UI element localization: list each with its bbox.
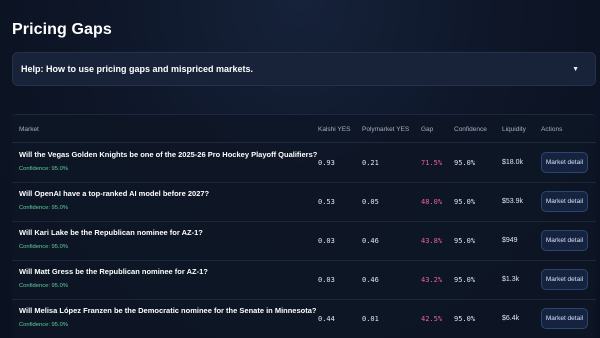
polymarket-yes-price: 0.01 <box>362 315 379 323</box>
market-question: Will Kari Lake be the Republican nominee… <box>19 228 203 237</box>
confidence-value: 95.0% <box>454 198 476 206</box>
confidence-subtext: Confidence: 95.0% <box>19 205 68 211</box>
help-label: Help: How to use pricing gaps and mispri… <box>21 64 254 74</box>
header-market: Market <box>19 126 39 133</box>
liquidity-value: $6.4k <box>502 315 520 322</box>
gap-value: 43.8% <box>421 237 443 245</box>
gap-value: 71.5% <box>421 159 443 167</box>
header-gap: Gap <box>421 126 434 133</box>
table-row: Will Matt Gress be the Republican nomine… <box>12 261 596 300</box>
caret-down-icon: ▼ <box>572 65 579 73</box>
page-title: Pricing Gaps <box>12 21 112 38</box>
table-row: Will Kari Lake be the Republican nominee… <box>12 222 596 261</box>
polymarket-yes-price: 0.46 <box>362 237 379 245</box>
table-row: Will the Vegas Golden Knights be one of … <box>12 144 596 183</box>
confidence-value: 95.0% <box>454 276 476 284</box>
liquidity-value: $18.0k <box>502 159 524 166</box>
confidence-subtext: Confidence: 95.0% <box>19 283 68 289</box>
confidence-subtext: Confidence: 95.0% <box>19 322 68 328</box>
market-detail-button[interactable]: Market detail <box>541 230 588 251</box>
confidence-subtext: Confidence: 95.0% <box>19 244 68 250</box>
header-polymarket-yes: Polymarket YES <box>362 126 410 133</box>
kalshi-yes-price: 0.03 <box>318 276 335 284</box>
confidence-value: 95.0% <box>454 159 476 167</box>
header-confidence: Confidence <box>454 126 487 133</box>
header-actions: Actions <box>541 126 563 133</box>
polymarket-yes-price: 0.05 <box>362 198 379 206</box>
confidence-value: 95.0% <box>454 315 476 323</box>
kalshi-yes-price: 0.53 <box>318 198 335 206</box>
market-question: Will Matt Gress be the Republican nomine… <box>19 267 208 276</box>
market-question: Will OpenAI have a top-ranked AI model b… <box>19 189 210 198</box>
market-question: Will Melisa López Franzen be the Democra… <box>19 306 317 315</box>
market-detail-button[interactable]: Market detail <box>541 308 588 329</box>
kalshi-yes-price: 0.03 <box>318 237 335 245</box>
polymarket-yes-price: 0.21 <box>362 159 379 167</box>
liquidity-value: $1.3k <box>502 276 520 283</box>
liquidity-value: $949 <box>502 237 518 244</box>
market-question: Will the Vegas Golden Knights be one of … <box>19 150 318 159</box>
confidence-value: 95.0% <box>454 237 476 245</box>
kalshi-yes-price: 0.44 <box>318 315 335 323</box>
gap-value: 42.5% <box>421 315 443 323</box>
header-kalshi-yes: Kalshi YES <box>318 126 351 133</box>
kalshi-yes-price: 0.93 <box>318 159 335 167</box>
pricing-gaps-table: Market Kalshi YES Polymarket YES Gap Con… <box>12 114 596 338</box>
market-detail-button[interactable]: Market detail <box>541 191 588 212</box>
confidence-subtext: Confidence: 95.0% <box>19 166 68 172</box>
help-accordion[interactable]: Help: How to use pricing gaps and mispri… <box>12 52 596 86</box>
market-detail-button[interactable]: Market detail <box>541 269 588 290</box>
table-header: Market Kalshi YES Polymarket YES Gap Con… <box>12 115 596 143</box>
header-liquidity: Liquidity <box>502 126 526 133</box>
table-row: Will Melisa López Franzen be the Democra… <box>12 300 596 338</box>
gap-value: 48.0% <box>421 198 443 206</box>
polymarket-yes-price: 0.46 <box>362 276 379 284</box>
table-row: Will OpenAI have a top-ranked AI model b… <box>12 183 596 222</box>
gap-value: 43.2% <box>421 276 443 284</box>
market-detail-button[interactable]: Market detail <box>541 152 588 173</box>
liquidity-value: $53.9k <box>502 198 524 205</box>
